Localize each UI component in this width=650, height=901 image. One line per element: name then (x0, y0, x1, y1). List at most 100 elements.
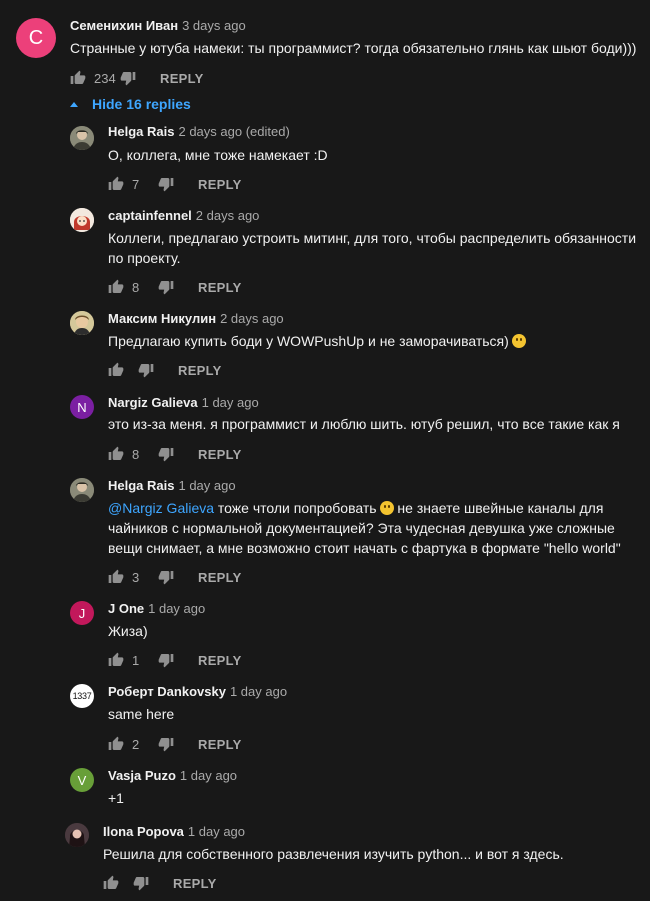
comment-actions: 7 REPLY (108, 176, 242, 192)
comment-actions: 234 REPLY (70, 70, 204, 86)
like-icon[interactable] (108, 569, 124, 585)
like-count: 3 (132, 569, 140, 585)
avatar[interactable]: С (16, 18, 56, 58)
comment-time[interactable]: 3 days ago (182, 18, 246, 33)
comment-time[interactable]: 1 day ago (178, 478, 235, 493)
comment-text-content: не знаете швейные каналы для (393, 500, 604, 516)
comment-header: J One 1 day ago (108, 601, 205, 617)
reply-button[interactable]: REPLY (198, 280, 242, 295)
author-name[interactable]: Семенихин Иван (70, 18, 178, 33)
avatar-letter: С (28, 26, 44, 49)
comment-time[interactable]: 1 day ago (202, 395, 259, 410)
comment-time[interactable]: 1 day ago (148, 601, 205, 616)
comment-time[interactable]: 2 days ago (220, 311, 284, 326)
comment-time[interactable]: 1 day ago (230, 684, 287, 699)
comment-actions: 8 REPLY (108, 279, 242, 295)
dislike-icon[interactable] (158, 736, 174, 752)
comment-text-content: Предлагаю купить боди у WOWPushUp и не з… (108, 333, 509, 349)
reply-button[interactable]: REPLY (198, 447, 242, 462)
comment-text: Коллеги, предлагаю устроить митинг, для … (108, 230, 637, 266)
author-name[interactable]: captainfennel (108, 208, 192, 223)
like-count: 2 (132, 736, 140, 752)
avatar[interactable]: N (70, 395, 94, 419)
comment-text: это из-за меня. я программист и люблю ши… (108, 416, 620, 432)
comment-text: Странные у ютуба намеки: ты программист?… (70, 40, 637, 56)
comment-header: captainfennel 2 days ago (108, 208, 259, 224)
comment-text: Жиза) (108, 623, 148, 639)
author-name[interactable]: Vasja Puzo (108, 768, 176, 783)
hide-replies-label: Hide 16 replies (92, 96, 191, 112)
like-icon[interactable] (108, 736, 124, 752)
reply-button[interactable]: REPLY (198, 570, 242, 585)
like-icon[interactable] (70, 70, 86, 86)
comment-time[interactable]: 1 day ago (188, 824, 245, 839)
comment-actions: REPLY (108, 362, 222, 378)
like-count: 8 (132, 446, 140, 462)
author-name[interactable]: Роберт Dankovsky (108, 684, 226, 699)
comment-text: О, коллега, мне тоже намекает :D (108, 147, 328, 163)
reply-button[interactable]: REPLY (198, 177, 242, 192)
comment-text: Предлагаю купить боди у WOWPushUp и не з… (108, 331, 638, 351)
chevron-up-icon (70, 101, 78, 107)
comment-time[interactable]: 1 day ago (180, 768, 237, 783)
comment-actions: 1 REPLY (108, 652, 242, 668)
comment-header: Helga Rais 1 day ago (108, 478, 236, 494)
comment-header: Семенихин Иван 3 days ago (70, 18, 246, 34)
photo-avatar-icon[interactable] (70, 311, 94, 335)
comment-text-line: @Nargiz Galieva тоже чтоли попробовать н… (108, 498, 638, 518)
comment-header: Максим Никулин 2 days ago (108, 311, 284, 327)
author-name[interactable]: Helga Rais (108, 124, 174, 139)
author-name[interactable]: J One (108, 601, 144, 616)
reply-button[interactable]: REPLY (173, 876, 217, 891)
comment-time[interactable]: 2 days ago (196, 208, 260, 223)
comment-text: +1 (108, 790, 124, 806)
dislike-icon[interactable] (133, 875, 149, 891)
comment-text: same here (108, 706, 175, 722)
dislike-icon[interactable] (158, 569, 174, 585)
photo-avatar-icon[interactable] (65, 823, 89, 847)
mention-link[interactable]: @Nargiz Galieva (108, 500, 214, 516)
like-icon[interactable] (108, 652, 124, 668)
like-count: 8 (132, 279, 140, 295)
avatar-letter: N (77, 399, 87, 415)
like-icon[interactable] (108, 446, 124, 462)
dislike-icon[interactable] (158, 446, 174, 462)
avatar[interactable]: J (70, 601, 94, 625)
reply-button[interactable]: REPLY (198, 653, 242, 668)
comment-header: Nargiz Galieva 1 day ago (108, 395, 259, 411)
comment-header: Роберт Dankovsky 1 day ago (108, 684, 287, 700)
comment-header: Vasja Puzo 1 day ago (108, 768, 237, 784)
author-name[interactable]: Helga Rais (108, 478, 174, 493)
reply-button[interactable]: REPLY (178, 363, 222, 378)
comment-actions: 8 REPLY (108, 446, 242, 462)
avatar-letter: V (77, 772, 87, 788)
hide-replies-button[interactable]: Hide 16 replies (68, 96, 191, 112)
comment-header: Helga Rais 2 days ago (edited) (108, 124, 290, 140)
like-icon[interactable] (108, 362, 124, 378)
dislike-icon[interactable] (158, 652, 174, 668)
anime-avatar-icon[interactable] (70, 208, 94, 232)
avatar[interactable]: V (70, 768, 94, 792)
like-icon[interactable] (103, 875, 119, 891)
avatar-letter: J (78, 605, 86, 621)
like-icon[interactable] (108, 176, 124, 192)
comment-text: @Nargiz Galieva тоже чтоли попробовать н… (108, 498, 638, 558)
dislike-icon[interactable] (138, 362, 154, 378)
photo-avatar-icon[interactable] (70, 478, 94, 502)
reply-button[interactable]: REPLY (160, 71, 204, 86)
avatar[interactable]: 1337 (70, 684, 94, 708)
photo-avatar-icon[interactable] (70, 126, 94, 150)
like-icon[interactable] (108, 279, 124, 295)
like-count: 234 (94, 70, 116, 86)
author-name[interactable]: Ilona Popova (103, 824, 184, 839)
comment-time[interactable]: 2 days ago (edited) (178, 124, 289, 139)
dislike-icon[interactable] (158, 279, 174, 295)
dislike-icon[interactable] (158, 176, 174, 192)
comment-actions: 2 REPLY (108, 736, 242, 752)
reply-button[interactable]: REPLY (198, 737, 242, 752)
author-name[interactable]: Максим Никулин (108, 311, 216, 326)
author-name[interactable]: Nargiz Galieva (108, 395, 198, 410)
like-count: 7 (132, 176, 140, 192)
dislike-icon[interactable] (120, 70, 136, 86)
comment-text-line: чайников с нормальной документацией? Эта… (108, 520, 615, 536)
